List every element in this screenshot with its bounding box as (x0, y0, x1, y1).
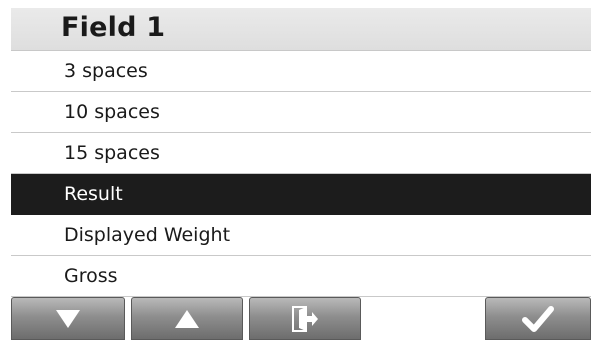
list-item-label: 10 spaces (64, 101, 160, 123)
exit-door-icon (292, 305, 318, 332)
soft-key-toolbar (11, 297, 591, 340)
list-item-displayed-weight[interactable]: Displayed Weight (11, 215, 591, 256)
title-bar: Field 1 (11, 8, 591, 51)
list-item-label: 15 spaces (64, 142, 160, 164)
list-item-10-spaces[interactable]: 10 spaces (11, 92, 591, 133)
arrow-down-icon (56, 309, 80, 328)
exit-button[interactable] (249, 297, 361, 340)
arrow-up-icon (175, 309, 199, 328)
list-item-label: Result (64, 183, 123, 205)
list-item-label: 3 spaces (64, 60, 148, 82)
list-item-15-spaces[interactable]: 15 spaces (11, 133, 591, 174)
scroll-down-button[interactable] (11, 297, 125, 340)
list-item-3-spaces[interactable]: 3 spaces (11, 51, 591, 92)
options-list: 3 spaces 10 spaces 15 spaces Result Disp… (11, 51, 591, 297)
page-title: Field 1 (61, 12, 166, 43)
accept-button[interactable] (485, 297, 591, 340)
list-item-label: Gross (64, 265, 118, 287)
list-item-result[interactable]: Result (11, 174, 591, 215)
list-item-label: Displayed Weight (64, 224, 231, 246)
list-item-gross[interactable]: Gross (11, 256, 591, 297)
scroll-up-button[interactable] (131, 297, 243, 340)
checkmark-icon (522, 305, 554, 332)
screen: Field 1 3 spaces 10 spaces 15 spaces Res… (11, 8, 591, 340)
